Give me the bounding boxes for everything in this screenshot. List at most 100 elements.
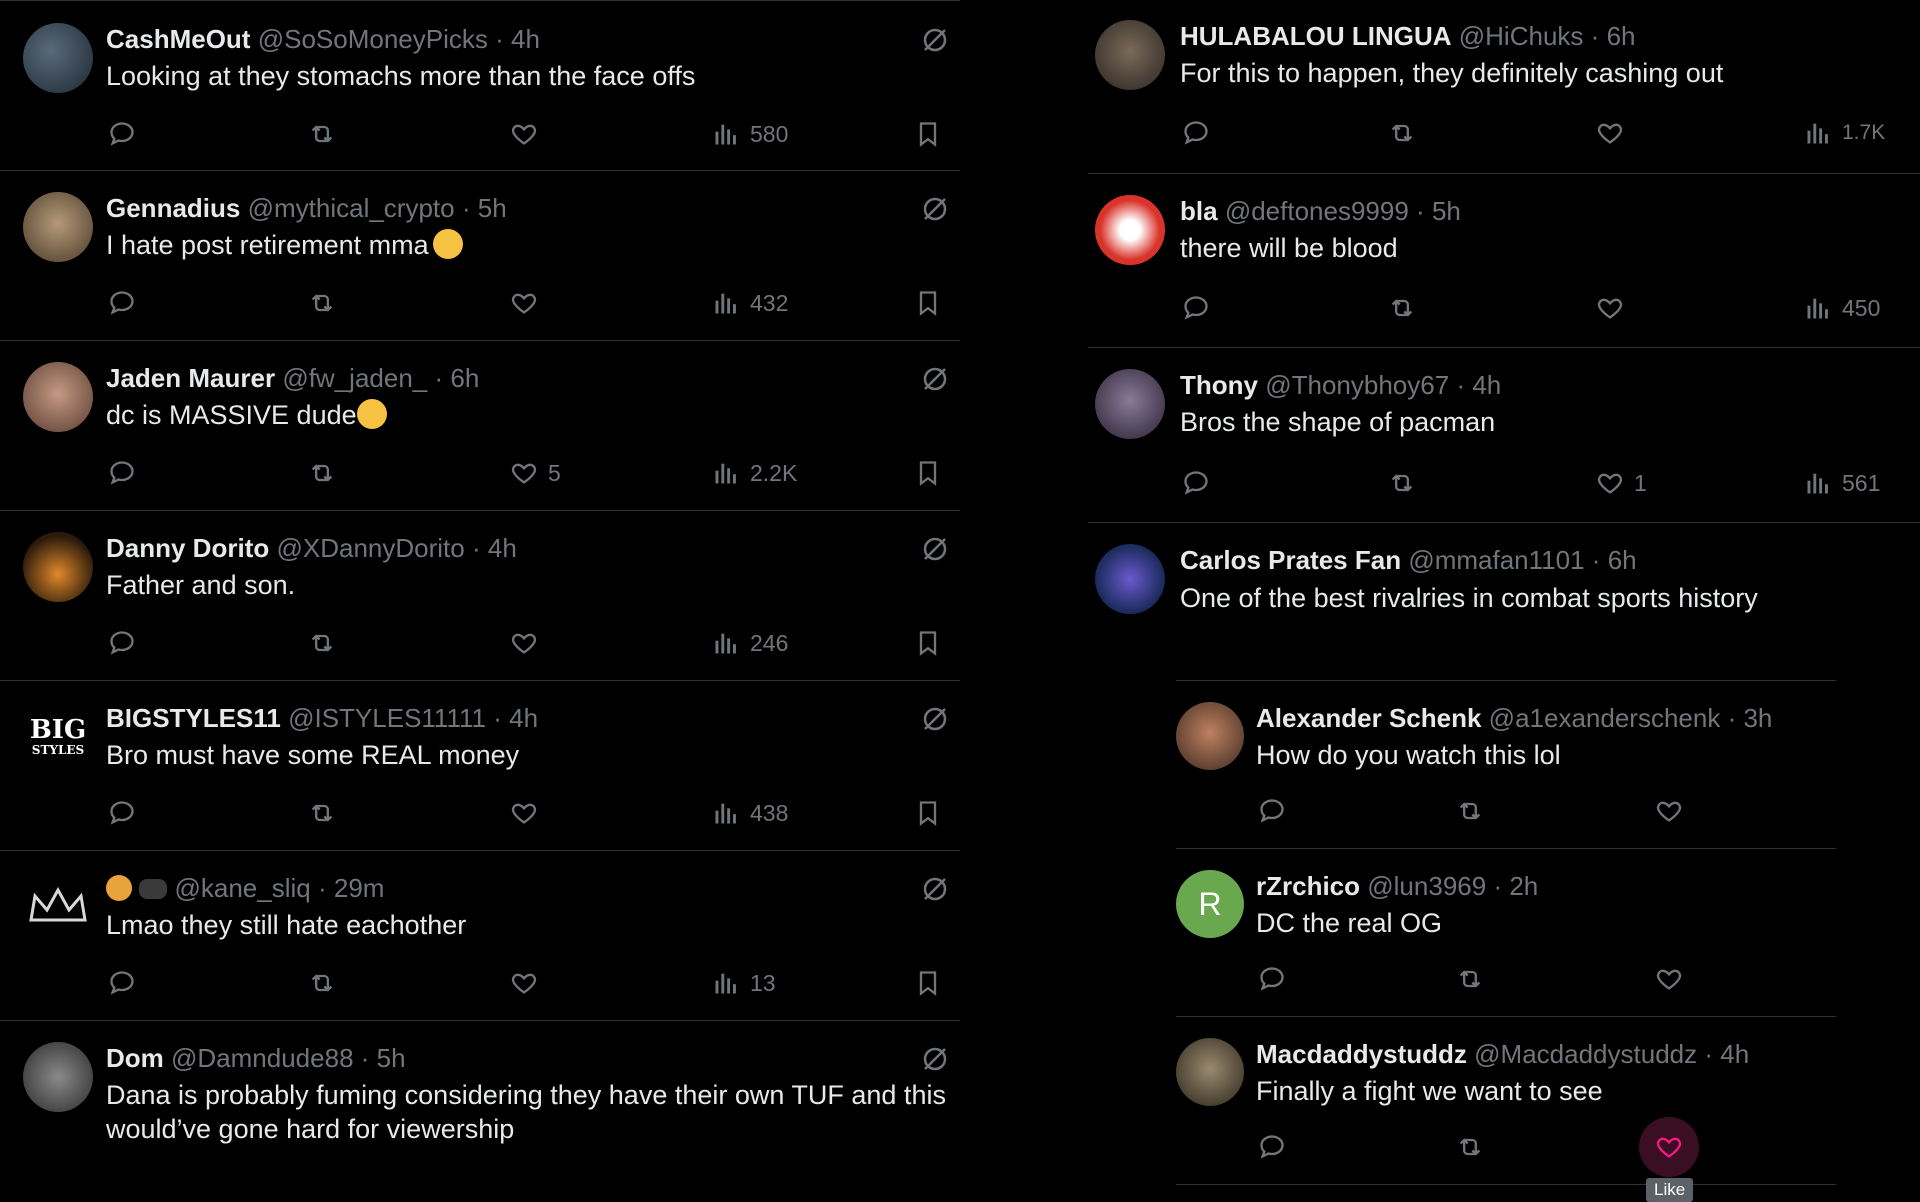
reply-tweet[interactable]: Danny Dorito @XDannyDorito · 4h Father a… bbox=[0, 511, 960, 681]
repost-button[interactable] bbox=[1456, 1130, 1484, 1164]
repost-button[interactable] bbox=[308, 456, 336, 490]
author-handle[interactable]: @a1exanderschenk bbox=[1489, 703, 1721, 733]
author-name[interactable]: rZrchico bbox=[1256, 871, 1360, 901]
like-button[interactable] bbox=[1596, 291, 1634, 325]
author-handle[interactable]: @Thonybhoy67 bbox=[1265, 370, 1449, 400]
timestamp[interactable]: 3h bbox=[1743, 703, 1772, 733]
nested-reply[interactable]: Alexander Schenk @a1exanderschenk · 3h H… bbox=[1176, 681, 1836, 849]
nested-reply[interactable]: R rZrchico @lun3969 · 2h DC the real OG bbox=[1176, 849, 1836, 1017]
author-handle[interactable]: @mythical_crypto bbox=[248, 193, 455, 223]
grok-icon[interactable] bbox=[920, 1044, 950, 1074]
repost-button[interactable] bbox=[308, 117, 336, 151]
like-button[interactable]: 5 bbox=[510, 456, 561, 490]
timestamp[interactable]: 5h bbox=[1432, 196, 1461, 226]
grok-icon[interactable] bbox=[920, 534, 950, 564]
timestamp[interactable]: 6h bbox=[1607, 21, 1636, 51]
author-name[interactable]: Danny Dorito bbox=[106, 533, 269, 563]
avatar[interactable] bbox=[23, 192, 93, 262]
author-handle[interactable]: @kane_sliq bbox=[174, 873, 310, 903]
reply-button[interactable] bbox=[1182, 291, 1210, 325]
like-button[interactable] bbox=[510, 117, 548, 151]
grok-icon[interactable] bbox=[920, 364, 950, 394]
reply-tweet[interactable]: Carlos Prates Fan @mmafan1101 · 6h One o… bbox=[1088, 523, 1920, 683]
reply-tweet[interactable]: bla @deftones9999 · 5h there will be blo… bbox=[1088, 174, 1920, 348]
reply-tweet[interactable]: HULABALOU LINGUA @HiChuks · 6h For this … bbox=[1088, 0, 1920, 174]
reply-tweet[interactable]: CashMeOut @SoSoMoneyPicks · 4h Looking a… bbox=[0, 0, 960, 171]
views-button[interactable]: 438 bbox=[712, 796, 788, 830]
views-button[interactable]: 1.7K bbox=[1804, 116, 1885, 150]
reply-button[interactable] bbox=[108, 966, 136, 1000]
reply-button[interactable] bbox=[108, 456, 136, 490]
views-button[interactable]: 580 bbox=[712, 117, 788, 151]
avatar[interactable] bbox=[1095, 544, 1165, 614]
timestamp[interactable]: 4h bbox=[1472, 370, 1501, 400]
views-button[interactable]: 450 bbox=[1804, 291, 1880, 325]
like-button[interactable] bbox=[510, 796, 548, 830]
timestamp[interactable]: 4h bbox=[509, 703, 538, 733]
avatar[interactable]: R bbox=[1176, 870, 1244, 938]
bookmark-button[interactable] bbox=[914, 966, 942, 1000]
views-button[interactable]: 432 bbox=[712, 286, 788, 320]
repost-button[interactable] bbox=[308, 286, 336, 320]
reply-button[interactable] bbox=[1258, 1130, 1286, 1164]
repost-button[interactable] bbox=[308, 626, 336, 660]
reply-button[interactable] bbox=[108, 796, 136, 830]
nested-reply[interactable]: Macdaddystuddz @Macdaddystuddz · 4h Fina… bbox=[1176, 1017, 1836, 1185]
author-name[interactable]: bla bbox=[1180, 196, 1218, 226]
author-name[interactable]: BIGSTYLES11 bbox=[106, 703, 281, 733]
repost-button[interactable] bbox=[1388, 466, 1416, 500]
like-button[interactable] bbox=[1655, 794, 1683, 828]
author-name[interactable]: Gennadius bbox=[106, 193, 240, 223]
reply-button[interactable] bbox=[1182, 466, 1210, 500]
author-handle[interactable]: @XDannyDorito bbox=[276, 533, 464, 563]
views-button[interactable]: 13 bbox=[712, 966, 776, 1000]
views-button[interactable]: 246 bbox=[712, 626, 788, 660]
avatar[interactable] bbox=[1176, 702, 1244, 770]
reply-button[interactable] bbox=[108, 286, 136, 320]
repost-button[interactable] bbox=[1388, 116, 1416, 150]
author-handle[interactable]: @Damndude88 bbox=[171, 1043, 354, 1073]
author-handle[interactable]: @HiChuks bbox=[1459, 21, 1584, 51]
bookmark-button[interactable] bbox=[914, 456, 942, 490]
author-name[interactable]: CashMeOut bbox=[106, 24, 250, 54]
timestamp[interactable]: 5h bbox=[478, 193, 507, 223]
like-button[interactable] bbox=[510, 626, 548, 660]
reply-tweet[interactable]: Thony @Thonybhoy67 · 4h Bros the shape o… bbox=[1088, 348, 1920, 523]
avatar[interactable] bbox=[1095, 20, 1165, 90]
avatar[interactable] bbox=[23, 23, 93, 93]
timestamp[interactable]: 5h bbox=[377, 1043, 406, 1073]
author-name[interactable] bbox=[106, 873, 168, 903]
avatar[interactable] bbox=[23, 1042, 93, 1112]
avatar[interactable] bbox=[1095, 369, 1165, 439]
like-button[interactable] bbox=[1655, 962, 1683, 996]
reply-button[interactable] bbox=[108, 626, 136, 660]
reply-tweet[interactable]: Jaden Maurer @fw_jaden_ · 6h dc is MASSI… bbox=[0, 341, 960, 511]
author-handle[interactable]: @SoSoMoneyPicks bbox=[258, 24, 488, 54]
reply-button[interactable] bbox=[1182, 116, 1210, 150]
reply-button[interactable] bbox=[1258, 962, 1286, 996]
timestamp[interactable]: 4h bbox=[1720, 1039, 1749, 1069]
like-button[interactable] bbox=[510, 286, 548, 320]
author-handle[interactable]: @deftones9999 bbox=[1225, 196, 1409, 226]
avatar[interactable] bbox=[23, 362, 93, 432]
timestamp[interactable]: 6h bbox=[450, 363, 479, 393]
reply-tweet[interactable]: Gennadius @mythical_crypto · 5h I hate p… bbox=[0, 171, 960, 341]
author-name[interactable]: Macdaddystuddz bbox=[1256, 1039, 1467, 1069]
timestamp[interactable]: 4h bbox=[511, 24, 540, 54]
author-name[interactable]: Thony bbox=[1180, 370, 1258, 400]
timestamp[interactable]: 6h bbox=[1608, 545, 1637, 575]
avatar[interactable]: BIG STYLES bbox=[23, 702, 93, 772]
bookmark-button[interactable] bbox=[914, 286, 942, 320]
bookmark-button[interactable] bbox=[914, 626, 942, 660]
bookmark-button[interactable] bbox=[914, 796, 942, 830]
author-name[interactable]: Alexander Schenk bbox=[1256, 703, 1481, 733]
author-name[interactable]: Carlos Prates Fan bbox=[1180, 545, 1401, 575]
repost-button[interactable] bbox=[1456, 794, 1484, 828]
like-button[interactable] bbox=[1596, 116, 1634, 150]
reply-tweet[interactable]: @kane_sliq · 29m Lmao they still hate ea… bbox=[0, 851, 960, 1021]
author-handle[interactable]: @ISTYLES11111 bbox=[288, 703, 486, 733]
grok-icon[interactable] bbox=[920, 25, 950, 55]
timestamp[interactable]: 29m bbox=[334, 873, 385, 903]
repost-button[interactable] bbox=[1388, 291, 1416, 325]
avatar[interactable] bbox=[1176, 1038, 1244, 1106]
